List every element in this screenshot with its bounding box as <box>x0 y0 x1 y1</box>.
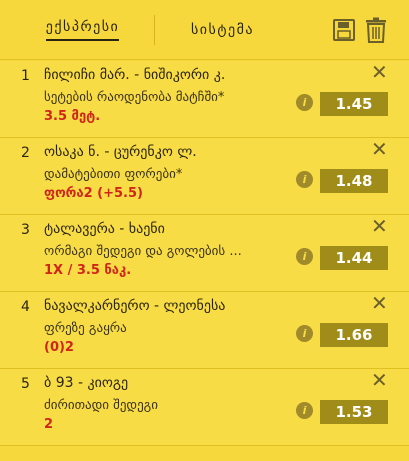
tab-express[interactable]: ექსპრესი <box>20 0 145 60</box>
info-icon[interactable]: i <box>296 94 313 111</box>
odds-button[interactable]: 1.45 <box>320 92 388 116</box>
save-icon[interactable] <box>333 17 355 43</box>
bet-match: ნავალკარნერო - ლეონესა <box>44 298 226 314</box>
bet-outcome: 2 <box>44 417 54 432</box>
bet-index: 2 <box>21 145 30 161</box>
tab-express-label: ექსპრესი <box>45 19 120 41</box>
bet-market: სეტების რაოდენობა მატჩში* <box>44 90 225 105</box>
info-icon[interactable]: i <box>296 248 313 265</box>
bet-index: 3 <box>21 222 30 238</box>
bet-index: 5 <box>21 376 30 392</box>
betslip-header: ექსპრესი სისტემა <box>0 0 409 60</box>
bet-list: 1 ჩილიჩი მარ. - ნიშიკორი კ. სეტების რაოდ… <box>0 61 409 461</box>
bet-row: 5 ბ 93 - კიოგე ძირითადი შედეგი 2 ✕ i 1.5… <box>0 369 409 446</box>
info-icon[interactable]: i <box>296 325 313 342</box>
tab-divider <box>154 15 155 45</box>
bet-row: 4 ნავალკარნერო - ლეონესა ფრეზე გაყრა (0)… <box>0 292 409 369</box>
bet-outcome: ფორა2 (+5.5) <box>44 186 143 201</box>
bet-outcome: 3.5 მეტ. <box>44 109 101 124</box>
bet-match: ოსაკა ნ. - ცურენკო ლ. <box>44 144 197 160</box>
bet-index: 4 <box>21 299 30 315</box>
close-icon[interactable]: ✕ <box>371 61 388 83</box>
bet-market: დამატებითი ფორები* <box>44 167 183 182</box>
bet-market: ძირითადი შედეგი <box>44 398 158 413</box>
close-icon[interactable]: ✕ <box>371 215 388 237</box>
info-icon[interactable]: i <box>296 402 313 419</box>
bet-market: ორმაგი შედეგი და გოლების ... <box>44 244 242 259</box>
close-icon[interactable]: ✕ <box>371 138 388 160</box>
bet-market: ფრეზე გაყრა <box>44 321 127 336</box>
bet-match: ტალავერა - ხაენი <box>44 221 165 237</box>
bet-index: 1 <box>21 68 30 84</box>
bet-outcome: 1X / 3.5 ნაკ. <box>44 263 132 278</box>
tab-system-label: სისტემა <box>190 22 255 38</box>
trash-icon[interactable] <box>365 17 387 43</box>
odds-button[interactable]: 1.66 <box>320 323 388 347</box>
close-icon[interactable]: ✕ <box>371 292 388 314</box>
bet-row: 3 ტალავერა - ხაენი ორმაგი შედეგი და გოლე… <box>0 215 409 292</box>
info-icon[interactable]: i <box>296 171 313 188</box>
bet-match: ბ 93 - კიოგე <box>44 375 129 391</box>
bet-row: 1 ჩილიჩი მარ. - ნიშიკორი კ. სეტების რაოდ… <box>0 61 409 138</box>
odds-button[interactable]: 1.48 <box>320 169 388 193</box>
close-icon[interactable]: ✕ <box>371 369 388 391</box>
odds-button[interactable]: 1.44 <box>320 246 388 270</box>
tab-system[interactable]: სისტემა <box>165 0 280 60</box>
odds-button[interactable]: 1.53 <box>320 400 388 424</box>
bet-match: ჩილიჩი მარ. - ნიშიკორი კ. <box>44 67 226 83</box>
bet-row: 2 ოსაკა ნ. - ცურენკო ლ. დამატებითი ფორებ… <box>0 138 409 215</box>
bet-outcome: (0)2 <box>44 340 74 355</box>
